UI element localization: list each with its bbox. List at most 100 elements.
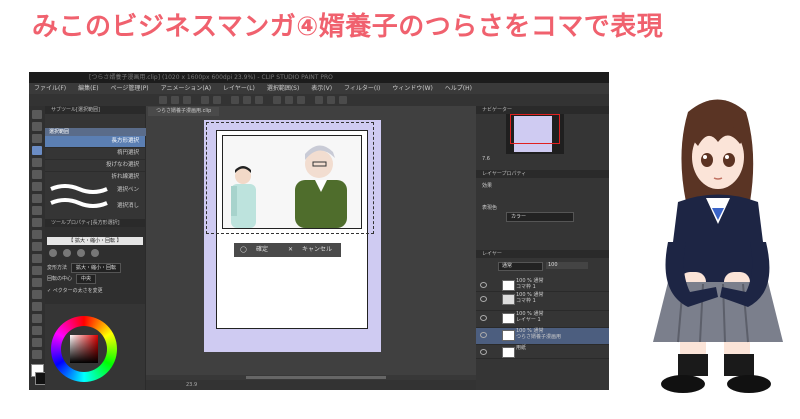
decoration-tool-icon[interactable] [32,230,42,239]
document-tab[interactable]: つらさ婿養子漫画用.clip [148,107,220,116]
redo-icon[interactable] [213,96,221,104]
option-icon[interactable] [49,249,57,257]
manga-page[interactable]: ◯ 確定 ✕ キャンセル [204,120,381,352]
transform-icon[interactable] [255,96,263,104]
subtool-ellipse-select[interactable]: 楕円選択 [45,148,145,160]
zoom-tool-icon[interactable] [32,110,42,119]
option-icon[interactable] [63,249,71,257]
menu-view[interactable]: 表示(V) [306,83,337,94]
subtool-panel: サブツール[選択範囲] 選択範囲 長方形選択 楕円選択 投げなわ選択 折れ線選択… [45,106,149,390]
transform-bounding-box[interactable] [206,122,374,234]
layer-name: 100 % 通常 つらさ婿養子漫画用 [516,328,562,340]
operation-tool-icon[interactable] [32,134,42,143]
correct-line-tool-icon[interactable] [32,350,42,359]
gradient-tool-icon[interactable] [32,278,42,287]
vector-width-checkbox[interactable]: ✓ ペクターの太さを変更 [47,288,103,294]
option-icon[interactable] [77,249,85,257]
grid-icon[interactable] [339,96,347,104]
frame-tool-icon[interactable] [32,302,42,311]
transform-method-label: 変形方法 [47,265,68,271]
brush-tool-icon[interactable] [32,206,42,215]
pencil-tool-icon[interactable] [32,194,42,203]
transform-method-select[interactable]: 拡大・縮小・回転 [71,263,122,273]
page-headline: みこのビジネスマンガ④婿養子のつらさをコマで表現 [32,12,664,42]
selection-icon[interactable] [297,96,305,104]
zoom-readout: 23.9 [186,382,198,388]
auto-select-tool-icon[interactable] [32,158,42,167]
menu-edit[interactable]: 編集(E) [73,83,103,94]
command-bar [29,94,609,106]
cancel-button[interactable]: キャンセル [302,243,332,257]
opacity-slider[interactable]: 100 [546,262,588,269]
menu-page[interactable]: ページ管理(P) [105,83,153,94]
eye-icon[interactable] [480,296,487,302]
vector-width-row[interactable]: ✓ ペクターの太さを変更 [47,287,103,295]
tool-property-icons [49,249,141,259]
menu-animation[interactable]: アニメーション(A) [156,83,217,94]
blend-tool-icon[interactable] [32,254,42,263]
open-icon[interactable] [171,96,179,104]
pen-tool-icon[interactable] [32,182,42,191]
menu-selection[interactable]: 選択範囲(S) [262,83,305,94]
transform-method-row: 変形方法 拡大・縮小・回転 [47,263,122,273]
subtool-select-pen[interactable]: 選択ペン [117,185,139,193]
airbrush-tool-icon[interactable] [32,218,42,227]
menu-help[interactable]: ヘルプ(H) [440,83,477,94]
undo-icon[interactable] [201,96,209,104]
move-tool-icon[interactable] [32,122,42,131]
menu-filter[interactable]: フィルター(I) [339,83,385,94]
ruler-icon[interactable] [327,96,335,104]
subtool-lasso-select[interactable]: 投げなわ選択 [45,160,145,172]
anime-girl-illustration [653,99,783,393]
invert-selection-icon[interactable] [285,96,293,104]
eye-icon[interactable] [480,282,487,288]
title-bar: [つらさ婿養子漫画用.clip] (1020 x 1600px 600dpi 2… [29,72,609,83]
deselect-icon[interactable] [273,96,281,104]
navigator-thumbnail[interactable] [506,114,564,154]
subtool-select-erase[interactable]: 選択消し [117,201,139,209]
subtool-header: サブツール[選択範囲] [45,106,145,114]
snap-icon[interactable] [315,96,323,104]
rotation-center-label: 回転の中心 [47,276,73,282]
menu-window[interactable]: ウィンドウ(W) [387,83,438,94]
subtool-tab[interactable]: 選択範囲 [45,128,149,136]
eye-icon[interactable] [480,332,487,338]
figure-tool-icon[interactable] [32,290,42,299]
balloon-tool-icon[interactable] [32,338,42,347]
eye-icon[interactable] [480,349,487,355]
option-icon[interactable] [91,249,99,257]
layer-name: 100 % 通常 コマ枠 1 [516,278,544,290]
confirm-button[interactable]: 確定 [256,243,268,257]
blend-mode-select[interactable]: 通常 [498,262,543,271]
new-file-icon[interactable] [159,96,167,104]
color-square[interactable] [70,335,98,363]
fill-icon[interactable] [243,96,251,104]
layer-row[interactable]: 用紙 [476,345,609,359]
clear-icon[interactable] [231,96,239,104]
subtool-rect-select[interactable]: 長方形選択 [45,136,145,148]
canvas-area[interactable]: つらさ婿養子漫画用.clip ◯ 確定 ✕ キャンセル 23.9 [146,106,476,390]
ruler-tool-icon[interactable] [32,314,42,323]
color-wheel[interactable] [51,316,117,382]
eraser-tool-icon[interactable] [32,242,42,251]
eye-icon[interactable] [480,315,487,321]
eyedropper-tool-icon[interactable] [32,170,42,179]
tool-property-mode[interactable]: 【 拡大・縮小・回転 】 [47,237,143,245]
layer-row[interactable]: 100 % 通常 コマ枠 1 [476,292,609,311]
menu-layer[interactable]: レイヤー(L) [218,83,260,94]
text-tool-icon[interactable] [32,326,42,335]
selection-tool-icon[interactable] [32,146,42,155]
layer-name: 100 % 通常 コマ枠 1 [516,292,544,304]
transform-bar: ◯ 確定 ✕ キャンセル [234,243,341,257]
layer-row-selected[interactable]: 100 % 通常 つらさ婿養子漫画用 [476,328,609,345]
menu-file[interactable]: ファイル(F) [29,83,71,94]
cancel-icon[interactable]: ✕ [288,243,293,257]
confirm-icon[interactable]: ◯ [240,243,247,257]
layer-row[interactable]: 100 % 通常 コマ枠 1 [476,278,609,292]
layer-row[interactable]: 100 % 通常 レイヤー 1 [476,311,609,328]
rotation-center-select[interactable]: 中央 [76,274,97,284]
expression-color-select[interactable]: カラー [506,212,574,222]
save-icon[interactable] [183,96,191,104]
clip-studio-window: [つらさ婿養子漫画用.clip] (1020 x 1600px 600dpi 2… [29,72,609,390]
fill-tool-icon[interactable] [32,266,42,275]
